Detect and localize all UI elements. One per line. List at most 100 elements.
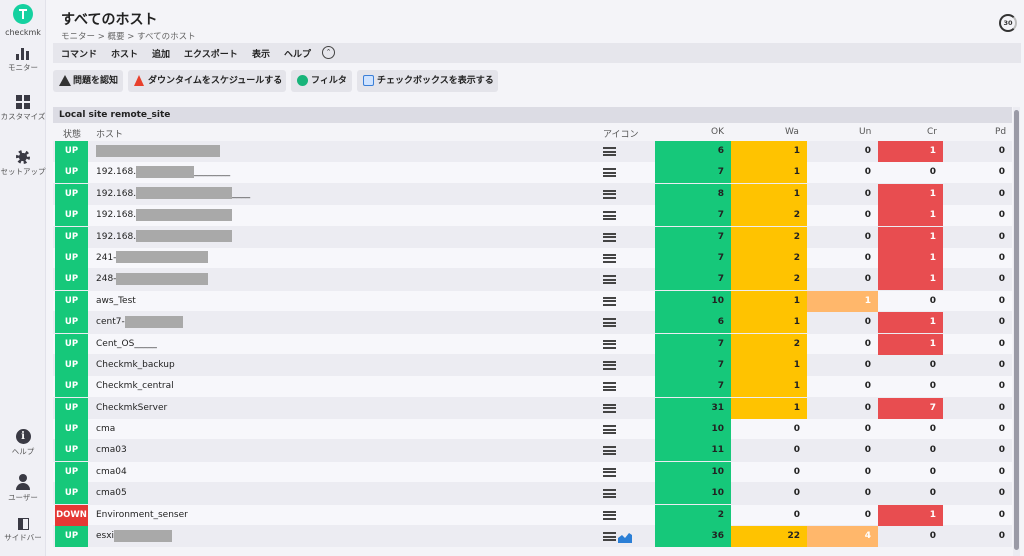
count-pd[interactable]: 0 [943,312,1012,333]
count-pd[interactable]: 0 [943,398,1012,419]
count-cr[interactable]: 0 [878,440,943,461]
table-row[interactable]: UP cma 10 0 0 0 0 [53,419,1012,441]
context-menu-icon[interactable] [603,403,616,413]
count-ok[interactable]: 10 [655,419,731,441]
count-un[interactable]: 0 [807,184,878,205]
count-cr[interactable]: 0 [878,483,943,504]
count-cr[interactable]: 0 [878,355,943,376]
table-row[interactable]: UP aws_Test 10 1 1 0 0 [53,290,1012,313]
host-link[interactable]: Cent_OS_____ [96,334,157,355]
count-un[interactable]: 0 [807,227,878,248]
count-wa[interactable]: 0 [731,483,807,504]
count-ok[interactable]: 7 [655,333,731,355]
count-ok[interactable]: 10 [655,290,731,312]
host-link[interactable]: 241- [96,248,209,269]
count-cr[interactable]: 7 [878,397,943,419]
sidebar-item-customize[interactable]: カスタマイズ [0,95,46,122]
count-un[interactable]: 0 [807,162,878,183]
host-link[interactable]: Checkmk_central [96,376,174,397]
count-cr[interactable]: 0 [878,462,943,483]
count-ok[interactable]: 31 [655,397,731,419]
context-menu-icon[interactable] [603,360,616,370]
table-row[interactable]: UP 248- 7 2 0 1 0 [53,269,1012,291]
host-link[interactable]: cma05 [96,483,127,504]
count-un[interactable]: 0 [807,269,878,290]
count-cr[interactable]: 1 [878,269,943,291]
count-pd[interactable]: 0 [943,440,1012,461]
count-ok[interactable]: 7 [655,247,731,269]
context-menu-icon[interactable] [603,211,616,221]
count-pd[interactable]: 0 [943,419,1012,440]
count-pd[interactable]: 0 [943,227,1012,248]
count-un[interactable]: 0 [807,505,878,526]
count-ok[interactable]: 36 [655,526,731,548]
count-pd[interactable]: 0 [943,505,1012,526]
host-link[interactable]: esxi [96,526,173,547]
count-ok[interactable]: 7 [655,162,731,184]
scrollbar-thumb[interactable] [1014,110,1019,550]
host-link[interactable]: cent7- [96,312,183,333]
count-wa[interactable]: 1 [731,397,807,419]
count-ok[interactable]: 11 [655,440,731,462]
table-row[interactable]: UP cma03 11 0 0 0 0 [53,440,1012,462]
count-cr[interactable]: 1 [878,226,943,248]
context-menu-icon[interactable] [603,467,616,477]
count-pd[interactable]: 0 [943,291,1012,312]
context-menu-icon[interactable] [603,510,616,520]
table-row[interactable]: UP Checkmk_central 7 1 0 0 0 [53,376,1012,398]
count-wa[interactable]: 1 [731,183,807,205]
count-ok[interactable]: 6 [655,312,731,334]
host-link[interactable]: 192.168. [96,205,233,226]
context-menu-icon[interactable] [603,232,616,242]
col-wa[interactable]: Wa [785,127,799,137]
col-cr[interactable]: Cr [927,127,937,137]
count-un[interactable]: 0 [807,141,878,162]
count-un[interactable]: 4 [807,526,878,548]
table-row[interactable]: UP Cent_OS_____ 7 2 0 1 0 [53,333,1012,355]
host-link[interactable]: 192.168. ________ [96,162,230,183]
count-wa[interactable]: 0 [731,419,807,440]
context-menu-icon[interactable] [603,489,616,499]
host-link[interactable]: aws_Test [96,291,136,312]
count-ok[interactable]: 10 [655,483,731,505]
table-row[interactable]: UP CheckmkServer 31 1 0 7 0 [53,397,1012,420]
menu-help[interactable]: ヘルプ [284,47,311,60]
col-icons[interactable]: アイコン [603,127,639,140]
col-ok[interactable]: OK [711,127,724,137]
context-menu-icon[interactable] [603,382,616,392]
menu-export[interactable]: エクスポート [184,47,238,60]
count-pd[interactable]: 0 [943,141,1012,162]
context-menu-icon[interactable] [603,147,616,156]
count-cr[interactable]: 1 [878,183,943,205]
context-menu-icon[interactable] [603,168,616,178]
count-pd[interactable]: 0 [943,355,1012,376]
count-cr[interactable]: 1 [878,247,943,269]
count-ok[interactable]: 10 [655,461,731,483]
count-ok[interactable]: 8 [655,183,731,205]
host-link[interactable] [96,141,220,162]
count-un[interactable]: 0 [807,462,878,483]
count-cr[interactable]: 1 [878,333,943,355]
context-menu-icon[interactable] [603,446,616,456]
host-link[interactable]: cma [96,419,115,440]
count-pd[interactable]: 0 [943,462,1012,483]
scrollbar[interactable] [1013,107,1020,556]
col-state[interactable]: 状態 [63,127,81,140]
context-menu-icon[interactable] [603,425,616,435]
count-un[interactable]: 0 [807,248,878,269]
count-wa[interactable]: 1 [731,141,807,162]
count-un[interactable]: 0 [807,205,878,226]
context-menu-icon[interactable] [603,296,616,306]
count-cr[interactable]: 0 [878,526,943,547]
count-un[interactable]: 0 [807,334,878,355]
context-menu-icon[interactable] [603,318,616,328]
context-menu-icon[interactable] [603,339,616,349]
table-row[interactable]: UP esxi 36 22 4 0 0 [53,526,1012,548]
count-ok[interactable]: 7 [655,226,731,248]
count-cr[interactable]: 0 [878,419,943,440]
count-wa[interactable]: 1 [731,376,807,398]
count-wa[interactable]: 22 [731,526,807,548]
count-wa[interactable]: 1 [731,290,807,312]
count-ok[interactable]: 7 [655,376,731,398]
refresh-countdown-icon[interactable]: 30 [999,14,1017,32]
